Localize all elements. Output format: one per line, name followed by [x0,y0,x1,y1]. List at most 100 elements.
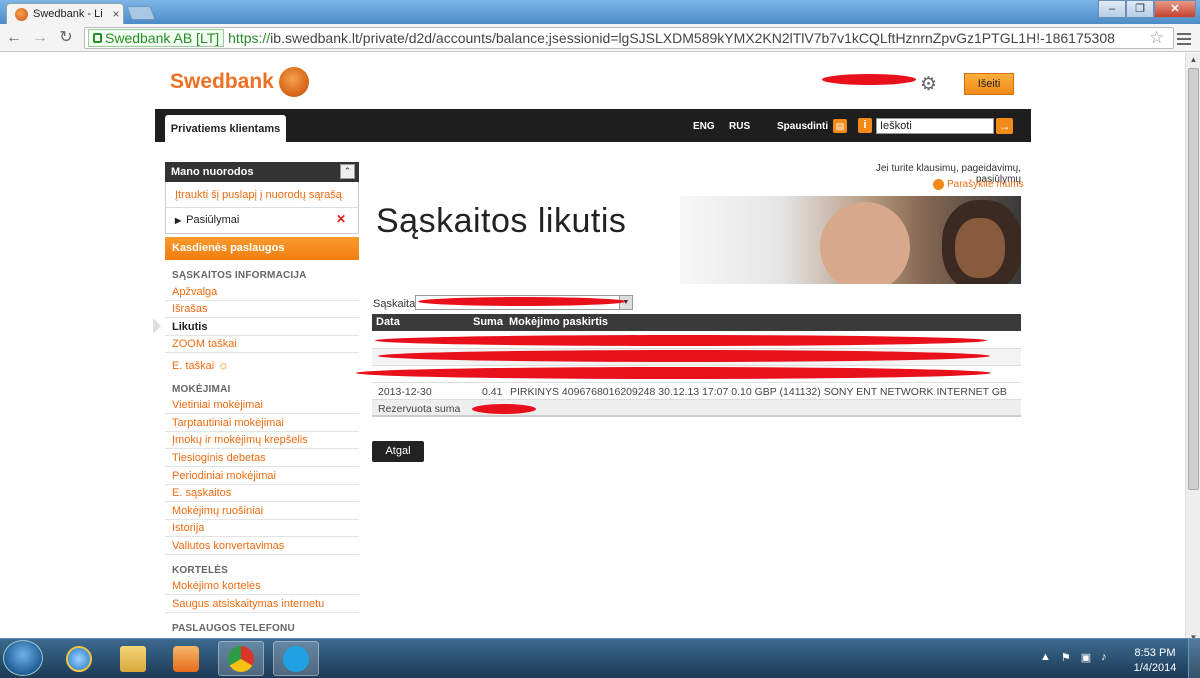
lock-icon [93,33,102,43]
divider [165,554,359,555]
daily-services-button[interactable]: Kasdienės paslaugos [165,237,359,260]
forward-arrow-icon[interactable]: → [30,28,50,48]
tab-private-clients[interactable]: Privatiems klientams [165,115,286,143]
table-row: 2013-12-30 0.41 PIRKINYS 409676801620924… [372,383,1021,400]
section-phone-services: PASLAUGOS TELEFONU [172,623,295,634]
divider [165,519,359,520]
divider [165,300,359,301]
browser-tab[interactable]: Swedbank - Li × [6,3,124,24]
tab-close-icon[interactable]: × [109,7,123,21]
sidebar-item-payment-templates[interactable]: Mokėjimų ruošiniai [172,505,263,517]
reload-icon[interactable]: ↻ [56,28,76,48]
sidebar-item-e-invoices[interactable]: E. sąskaitos [172,487,231,499]
bookmark-star-icon[interactable]: ☆ [1149,28,1164,48]
sidebar-item-balance[interactable]: Likutis [172,321,207,333]
chat-bubble-icon [933,179,944,190]
show-hidden-icons[interactable]: ▲ [1040,651,1051,664]
sidebar-item-secure-payment[interactable]: Saugus atsiskaitymas internetu [172,598,324,610]
file-explorer-icon[interactable] [110,641,156,676]
tab-title: Swedbank - Li [33,8,103,20]
banner-photo [680,196,1021,284]
divider [165,317,359,318]
sidebar-item-statement[interactable]: Išrašas [172,303,207,315]
browser-tabstrip: Swedbank - Li × – ❐ ✕ [0,0,1200,24]
sidebar-item-direct-debit[interactable]: Tiesioginis debetas [172,452,266,464]
show-desktop-button[interactable] [1188,639,1200,678]
url-text[interactable]: https://ib.swedbank.lt/private/d2d/accou… [228,30,1115,46]
back-arrow-icon[interactable]: ← [4,28,24,48]
sidebar-item-intl-payments[interactable]: Tarptautiniai mokėjimai [172,417,284,429]
scroll-thumb[interactable] [1188,68,1199,490]
system-clock[interactable]: 8:53 PM 1/4/2014 [1132,646,1178,676]
media-player-icon[interactable] [163,641,209,676]
swedbank-logo[interactable]: Swedbank [170,67,309,97]
minimize-button[interactable]: – [1098,0,1126,18]
sidebar-item-currency-exchange[interactable]: Valiutos konvertavimas [172,540,284,552]
printer-icon[interactable]: ▤ [833,119,847,133]
volume-icon[interactable]: ♪ [1101,651,1107,664]
divider [165,612,359,613]
sidebar-item-overview[interactable]: Apžvalga [172,286,217,298]
sidebar-item-periodic-payments[interactable]: Periodiniai mokėjimai [172,470,276,482]
active-indicator-arrow [153,318,161,334]
browser-toolbar: ← → ↻ Swedbank AB [LT] https://ib.swedba… [0,24,1200,52]
balance-table-header: Data Suma Mokėjimo paskirtis [372,314,1021,331]
clock-date: 1/4/2014 [1133,662,1177,674]
window-controls: – ❐ ✕ [1098,0,1196,18]
sidebar-item-e-points[interactable]: E. taškai ☼ [172,357,229,372]
redacted-transaction [356,367,991,379]
remove-icon[interactable]: ✕ [336,212,346,226]
divider [165,466,359,467]
print-link[interactable]: Spausdinti [777,121,828,132]
maximize-button[interactable]: ❐ [1126,0,1154,18]
my-shortcuts-header: Mano nuorodos [165,162,359,182]
info-icon[interactable]: i [858,118,872,133]
sidebar-item-payment-basket[interactable]: Įmokų ir mokėjimų krepšelis [172,434,308,446]
ev-certificate-badge[interactable]: Swedbank AB [LT] [88,29,225,47]
network-icon[interactable]: ▣ [1081,651,1091,664]
redacted-username [822,74,916,85]
redacted-transaction [378,350,990,362]
skype-icon[interactable] [273,641,319,676]
lang-rus-link[interactable]: RUS [729,121,750,132]
divider [165,501,359,502]
suggestions-item[interactable]: ▶ Pasiūlymai [175,214,239,226]
search-go-button[interactable]: → [996,118,1013,134]
sidebar-item-history[interactable]: Istorija [172,522,204,534]
lang-eng-link[interactable]: ENG [693,121,715,132]
divider [165,594,359,595]
sidebar-item-local-payments[interactable]: Vietiniai mokėjimai [172,399,263,411]
oak-tree-logo-icon [278,67,309,97]
back-button[interactable]: Atgal [372,441,424,462]
search-input[interactable]: Ieškoti [876,118,994,134]
section-payments: MOKĖJIMAI [172,384,231,395]
chrome-menu-icon[interactable] [1176,30,1192,46]
sidebar-item-zoom-points[interactable]: ZOOM taškai [172,338,237,350]
column-amount: Suma [473,316,503,328]
start-button[interactable] [3,640,43,676]
action-center-icon[interactable]: ⚑ [1061,651,1071,664]
divider [166,207,358,208]
logout-button[interactable]: Išeiti [964,73,1014,95]
divider [165,413,359,414]
chrome-taskbar-icon[interactable] [218,641,264,676]
logo-text: Swedbank [170,70,274,93]
address-bar[interactable]: Swedbank AB [LT] https://ib.swedbank.lt/… [84,27,1174,49]
new-tab-button[interactable] [126,6,156,20]
add-shortcut-link[interactable]: Įtraukti šį puslapį į nuorodų sąrašą [175,189,342,201]
close-window-button[interactable]: ✕ [1154,0,1196,18]
column-date: Data [376,316,400,328]
reserved-row: Rezervuota suma [372,400,1021,417]
sidebar-item-payment-cards[interactable]: Mokėjimo kortelės [172,580,261,592]
divider [165,448,359,449]
scroll-up-icon[interactable]: ▲ [1186,53,1200,67]
write-us-link[interactable]: Parašykite mums [933,179,1024,190]
divider [165,352,359,353]
page-scrollbar[interactable]: ▲ ▼ [1185,53,1200,645]
collapse-chevron-icon[interactable]: ⌃ [340,164,355,179]
internet-explorer-icon[interactable] [56,641,102,676]
settings-gear-icon[interactable]: ⚙ [920,73,937,96]
section-account-info: SĄSKAITOS INFORMACIJA [172,270,307,281]
redacted-account-number [418,297,626,306]
redacted-reserved-amount [472,404,536,414]
